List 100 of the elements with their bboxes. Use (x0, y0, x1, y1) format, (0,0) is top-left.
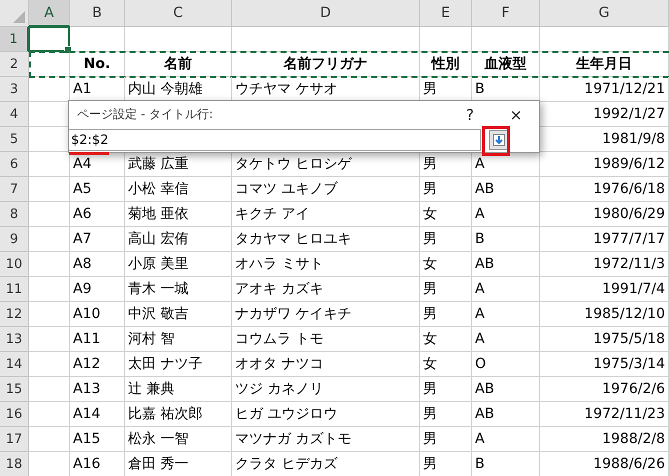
name-cell: 松永 一智 (125, 427, 232, 452)
blood-type-cell: AB (472, 377, 540, 402)
number-cell: A15 (70, 427, 125, 452)
table-cell (29, 327, 70, 352)
row-header[interactable]: 1 (0, 27, 29, 52)
help-button[interactable]: ? (447, 101, 493, 128)
gender-cell: 男 (420, 177, 472, 202)
birthdate-cell: 1972/11/3 (540, 252, 669, 277)
kana-cell: ヒガ ユウジロウ (232, 402, 420, 427)
number-cell: A14 (70, 402, 125, 427)
name-cell: 太田 ナツ子 (125, 352, 232, 377)
name-cell: 辻 兼典 (125, 377, 232, 402)
column-title: 性別 (420, 52, 472, 77)
blood-type-cell: A (472, 427, 540, 452)
blood-type-cell: AB (472, 402, 540, 427)
corner-triangle-icon (13, 11, 25, 23)
column-title: 名前フリガナ (232, 52, 420, 77)
kana-cell: ツジ カネノリ (232, 377, 420, 402)
range-input[interactable]: $2:$2 (69, 129, 481, 151)
table-cell (29, 402, 70, 427)
blood-type-cell: B (472, 227, 540, 252)
number-cell: A5 (70, 177, 125, 202)
name-cell: 菊地 亜依 (125, 202, 232, 227)
column-header[interactable]: E (420, 0, 472, 27)
row-header[interactable]: 15 (0, 377, 29, 402)
gender-cell: 女 (420, 352, 472, 377)
kana-cell: マツナガ カズトモ (232, 427, 420, 452)
gender-cell: 男 (420, 277, 472, 302)
blood-type-cell: A (472, 202, 540, 227)
column-title: No. (70, 52, 125, 77)
column-header[interactable]: B (70, 0, 125, 27)
row-header[interactable]: 11 (0, 277, 29, 302)
gender-cell: 男 (420, 377, 472, 402)
column-title: 名前 (125, 52, 232, 77)
row-header[interactable]: 8 (0, 202, 29, 227)
kana-cell: キクチ アイ (232, 202, 420, 227)
gender-cell: 男 (420, 402, 472, 427)
row-header[interactable]: 5 (0, 127, 29, 152)
row-header[interactable]: 18 (0, 452, 29, 476)
table-cell (29, 227, 70, 252)
table-cell (29, 277, 70, 302)
birthdate-cell: 1988/2/8 (540, 427, 669, 452)
row-header[interactable]: 7 (0, 177, 29, 202)
column-header[interactable]: C (125, 0, 232, 27)
column-header[interactable]: D (232, 0, 420, 27)
number-cell: A9 (70, 277, 125, 302)
row-header[interactable]: 17 (0, 427, 29, 452)
column-header[interactable]: G (540, 0, 669, 27)
close-button[interactable]: × (493, 101, 539, 128)
gender-cell: 男 (420, 452, 472, 476)
blood-type-cell: AB (472, 177, 540, 202)
number-cell: A16 (70, 452, 125, 476)
gender-cell: 女 (420, 252, 472, 277)
table-cell (29, 202, 70, 227)
number-cell: A12 (70, 352, 125, 377)
expand-dialog-button[interactable] (489, 130, 509, 150)
birthdate-cell: 1980/6/29 (540, 202, 669, 227)
row-header[interactable]: 2 (0, 52, 29, 77)
column-header[interactable]: F (472, 0, 540, 27)
number-cell: A13 (70, 377, 125, 402)
row-header[interactable]: 6 (0, 152, 29, 177)
column-header[interactable]: A (29, 0, 70, 27)
kana-cell: クラタ ヒデカズ (232, 452, 420, 476)
name-cell: 比嘉 祐次郎 (125, 402, 232, 427)
birthdate-cell: 1985/12/10 (540, 302, 669, 327)
name-cell: 河村 智 (125, 327, 232, 352)
row-header[interactable]: 12 (0, 302, 29, 327)
blood-type-cell: AB (472, 252, 540, 277)
row-header[interactable]: 4 (0, 102, 29, 127)
birthdate-cell: 1975/3/14 (540, 352, 669, 377)
kana-cell: オオタ ナツコ (232, 352, 420, 377)
table-cell (29, 352, 70, 377)
gender-cell: 女 (420, 202, 472, 227)
row-header[interactable]: 13 (0, 327, 29, 352)
blood-type-cell: B (472, 452, 540, 476)
birthdate-cell: 1991/7/4 (540, 277, 669, 302)
blood-type-cell: A (472, 302, 540, 327)
gender-cell: 男 (420, 427, 472, 452)
number-cell: A7 (70, 227, 125, 252)
kana-cell: コウムラ トモ (232, 327, 420, 352)
birthdate-cell: 1971/12/21 (540, 77, 669, 102)
gender-cell: 女 (420, 327, 472, 352)
table-cell (29, 177, 70, 202)
number-cell: A11 (70, 327, 125, 352)
number-cell: A8 (70, 252, 125, 277)
row-header[interactable]: 10 (0, 252, 29, 277)
table-cell (420, 27, 472, 52)
column-title: 血液型 (472, 52, 540, 77)
birthdate-cell: 1977/7/17 (540, 227, 669, 252)
number-cell: A10 (70, 302, 125, 327)
column-title: 生年月日 (540, 52, 669, 77)
number-cell: A6 (70, 202, 125, 227)
row-header[interactable]: 9 (0, 227, 29, 252)
table-cell (29, 427, 70, 452)
row-header[interactable]: 3 (0, 77, 29, 102)
row-header[interactable]: 16 (0, 402, 29, 427)
row-header[interactable]: 14 (0, 352, 29, 377)
birthdate-cell: 1975/5/18 (540, 327, 669, 352)
gender-cell: 男 (420, 302, 472, 327)
blood-type-cell: A (472, 327, 540, 352)
